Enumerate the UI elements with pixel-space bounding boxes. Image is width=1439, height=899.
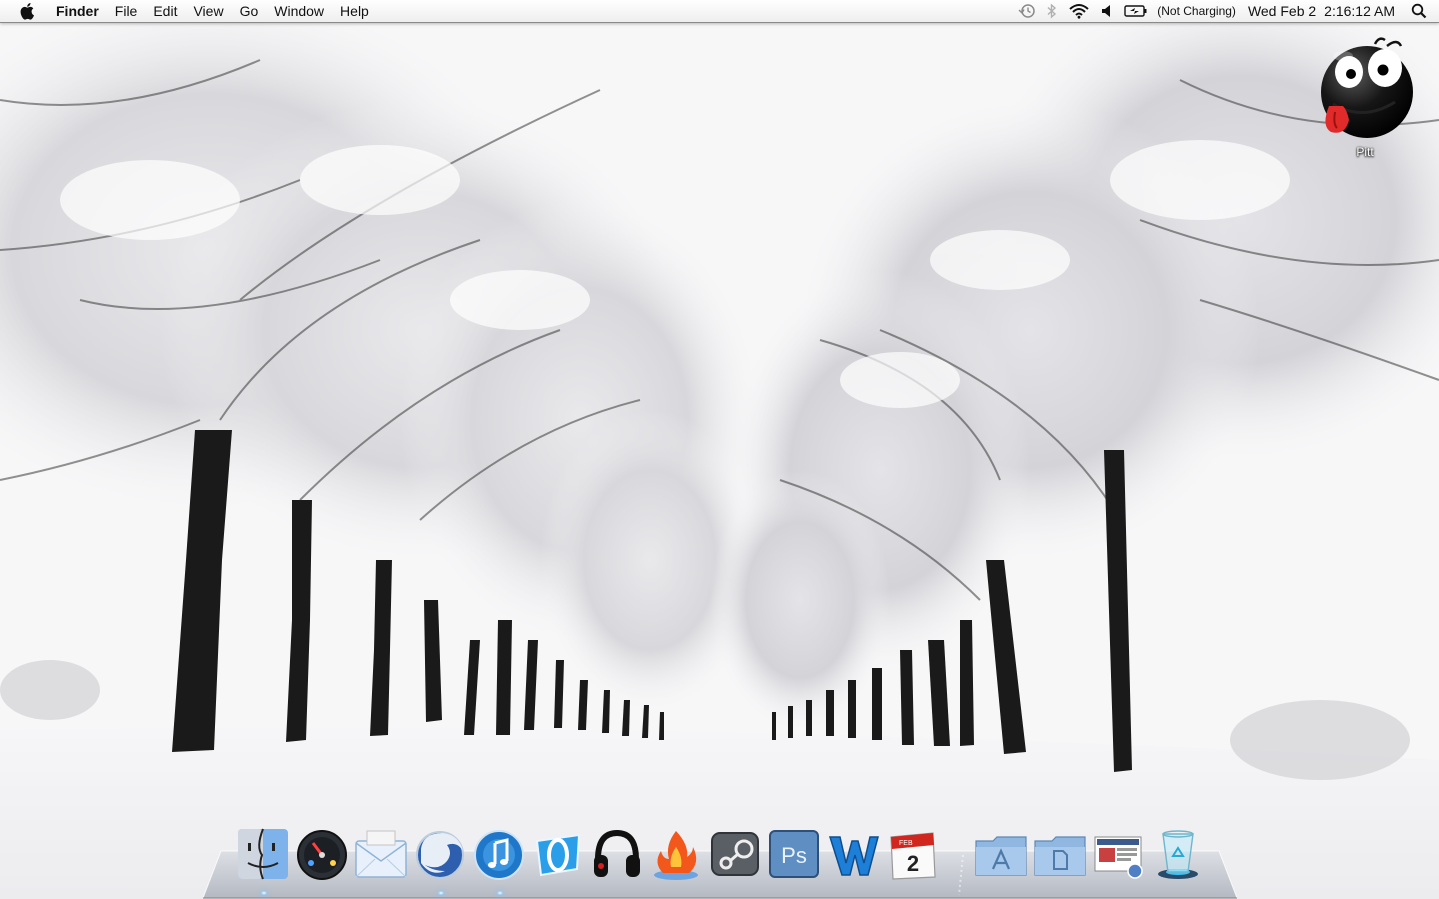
running-indicator-firefox [438, 891, 444, 895]
battery-status-text[interactable]: (Not Charging) [1153, 0, 1240, 22]
menu-date[interactable]: Wed Feb 2 [1240, 0, 1320, 22]
dock-itunes[interactable] [471, 825, 527, 883]
trash-icon [1158, 830, 1198, 879]
dock-word[interactable] [825, 825, 881, 883]
menu-window[interactable]: Window [266, 0, 332, 22]
bluetooth-icon[interactable] [1041, 0, 1063, 22]
menu-app-name[interactable]: Finder [48, 0, 107, 22]
headphones-icon [594, 829, 640, 877]
battery-charging-icon[interactable] [1119, 0, 1153, 22]
photoshop-icon: Ps [769, 830, 819, 878]
documents-folder-icon [1034, 836, 1086, 876]
dock-downloads[interactable] [1091, 825, 1147, 883]
menu-time[interactable]: 2:16:12 AM [1320, 0, 1405, 22]
dock-flame[interactable] [648, 825, 704, 883]
wifi-icon[interactable] [1063, 0, 1095, 22]
downloads-stack-icon [1094, 836, 1143, 879]
time-machine-icon[interactable] [1013, 0, 1041, 22]
dashboard-icon [297, 830, 347, 880]
menu-file[interactable]: File [107, 0, 146, 22]
mail-icon [355, 830, 407, 878]
dock-finder[interactable] [235, 825, 291, 883]
steam-icon [711, 832, 759, 876]
word-icon [828, 836, 879, 876]
calendar-icon: FEB 2 [890, 832, 936, 880]
volume-icon[interactable] [1095, 0, 1119, 22]
flame-icon [654, 831, 698, 880]
dock-calendar[interactable]: FEB 2 [884, 825, 940, 883]
apple-menu-icon[interactable] [16, 2, 40, 20]
opera-icon [535, 833, 581, 877]
desktop-icon-label: Pitt [1356, 145, 1374, 159]
calendar-day: 2 [907, 851, 919, 876]
applications-folder-icon [975, 836, 1027, 876]
dock-headphones[interactable] [589, 825, 645, 883]
menu-edit[interactable]: Edit [145, 0, 185, 22]
running-indicator-finder [261, 891, 267, 895]
menu-help[interactable]: Help [332, 0, 377, 22]
dock-dashboard[interactable] [294, 825, 350, 883]
wallpaper [0, 0, 1439, 899]
desktop-icon-pitt[interactable]: Pitt [1310, 34, 1420, 159]
dock-trash[interactable] [1150, 825, 1206, 883]
dock-applications[interactable] [973, 825, 1029, 883]
menu-view[interactable]: View [185, 0, 231, 22]
spotlight-search-icon[interactable] [1405, 0, 1439, 22]
menu-bar: Finder File Edit View Go Window Help (No… [0, 0, 1439, 23]
dock-mail[interactable] [353, 825, 409, 883]
desktop: Finder File Edit View Go Window Help (No… [0, 0, 1439, 899]
finder-icon [238, 828, 288, 880]
calendar-month: FEB [899, 840, 913, 847]
running-indicator-itunes [497, 891, 503, 895]
dock-firefox[interactable] [412, 825, 468, 883]
dock-photoshop[interactable]: Ps [766, 825, 822, 883]
itunes-icon [474, 830, 524, 880]
dock-documents[interactable] [1032, 825, 1088, 883]
black-smiley-tongue-icon [1321, 37, 1413, 138]
firefox-icon [416, 831, 464, 879]
svg-text:Ps: Ps [781, 843, 807, 868]
dock-opera[interactable] [530, 825, 586, 883]
dock: Ps FEB 2 [203, 825, 1237, 899]
menu-go[interactable]: Go [232, 0, 267, 22]
dock-steam[interactable] [707, 825, 763, 883]
